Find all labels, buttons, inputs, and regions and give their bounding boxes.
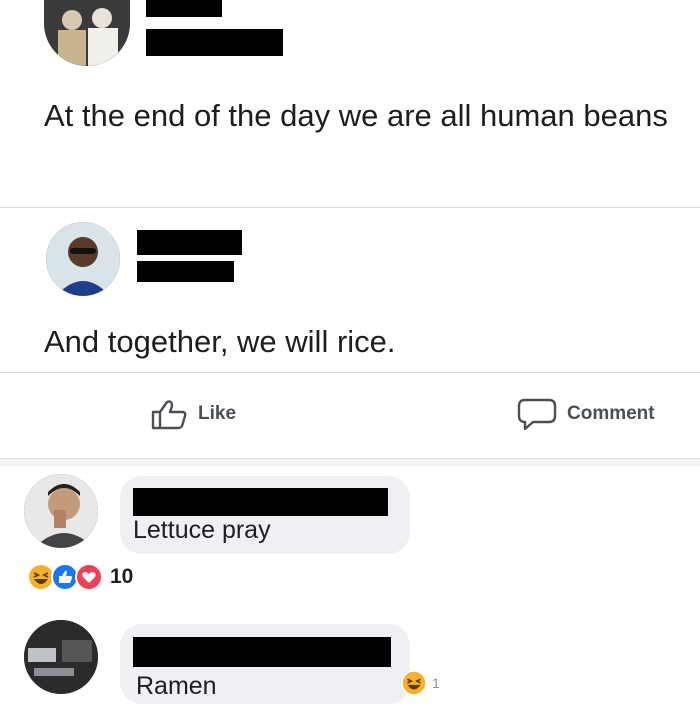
redacted-meta: [146, 29, 283, 56]
post-text: At the end of the day we are all human b…: [44, 98, 668, 133]
love-icon: [75, 563, 103, 591]
redacted-meta: [137, 261, 234, 282]
redacted-name: [137, 230, 242, 255]
avatar[interactable]: [24, 474, 98, 548]
reaction-summary[interactable]: 10: [26, 562, 133, 592]
redacted-commenter-name: [133, 488, 388, 516]
post-card-1: At the end of the day we are all human b…: [0, 0, 700, 207]
reaction-count: 1: [432, 675, 440, 691]
post-text: And together, we will rice.: [44, 324, 396, 359]
divider: [0, 372, 700, 373]
avatar[interactable]: [44, 0, 130, 66]
comment-reaction[interactable]: 1: [400, 668, 440, 698]
comment-icon: [517, 398, 557, 430]
like-icon: [151, 400, 187, 430]
divider: [0, 458, 700, 459]
comment-button[interactable]: Comment: [517, 398, 655, 430]
comment-label: Comment: [567, 403, 655, 424]
redacted-name: [146, 0, 222, 17]
comment-text: Ramen: [136, 672, 217, 700]
like-label: Like: [198, 403, 237, 424]
reaction-count: 10: [110, 565, 134, 588]
avatar[interactable]: [24, 620, 98, 694]
avatar[interactable]: [46, 222, 120, 296]
haha-icon: [400, 669, 428, 697]
comment-text: Lettuce pray: [133, 516, 271, 544]
redacted-commenter-name: [133, 637, 391, 667]
like-button[interactable]: Like: [150, 398, 236, 430]
